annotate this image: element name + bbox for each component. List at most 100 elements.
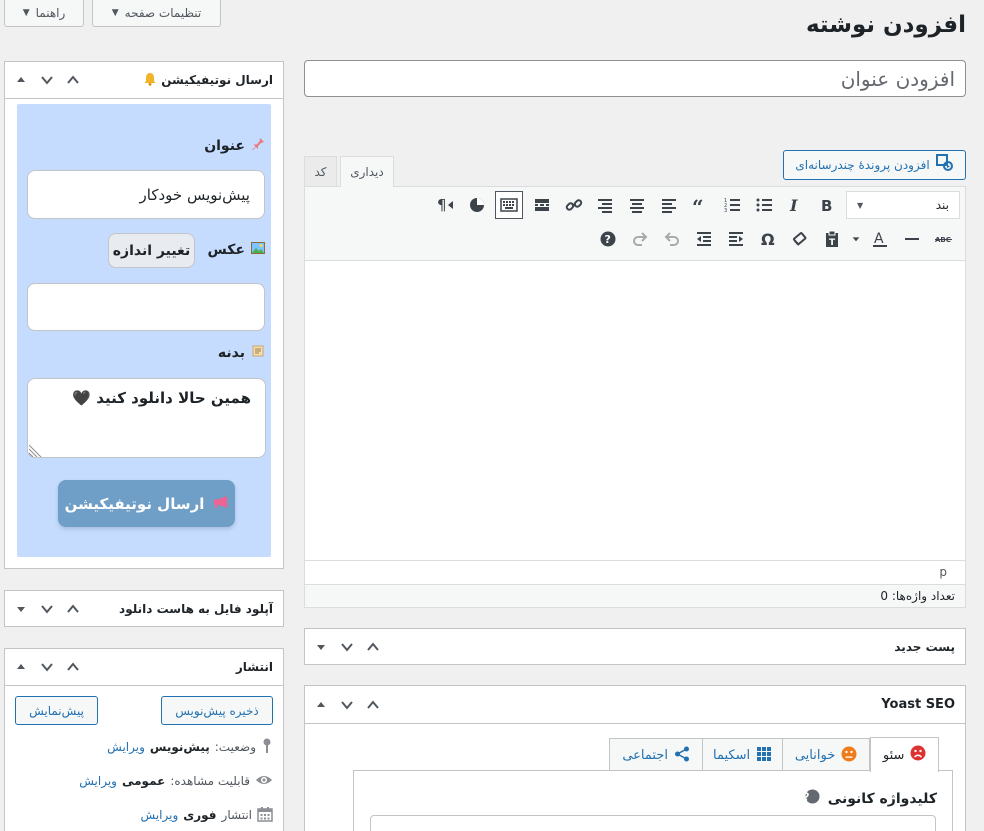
status-label: وضعیت: bbox=[214, 740, 256, 754]
yoast-tabs: سئو خوانایی اسکیما اجتماعی bbox=[608, 737, 939, 772]
megaphone-icon bbox=[212, 495, 228, 513]
tab-seo[interactable]: سئو bbox=[870, 737, 939, 772]
help-button[interactable]: ▼ راهنما bbox=[4, 0, 84, 27]
focus-keyword-row: کلیدواژه کانونی ? bbox=[540, 789, 937, 808]
media-icon bbox=[935, 154, 954, 176]
save-draft-button[interactable]: ذخیره پیش‌نویس bbox=[161, 696, 273, 725]
box-controls bbox=[313, 639, 381, 655]
new-post-box-title[interactable]: پست جدید bbox=[894, 640, 955, 654]
caret-down-icon: ▼ bbox=[111, 8, 119, 18]
notification-title-input[interactable]: پیش‌نویس خودکار bbox=[27, 170, 265, 219]
svg-text:I: I bbox=[789, 196, 798, 214]
word-count: تعداد واژه‌ها: 0 bbox=[880, 589, 955, 603]
tab-readability[interactable]: خوانایی bbox=[782, 738, 871, 772]
move-up-icon[interactable] bbox=[65, 659, 81, 675]
publish-box-title[interactable]: انتشار bbox=[236, 660, 273, 674]
notification-title-label: عنوان bbox=[204, 138, 245, 154]
tab-social[interactable]: اجتماعی bbox=[608, 738, 704, 772]
visibility-edit-link[interactable]: ویرایش bbox=[79, 774, 117, 788]
box-controls bbox=[13, 72, 81, 88]
undo-icon[interactable] bbox=[656, 223, 688, 255]
status-edit-link[interactable]: ویرایش bbox=[107, 740, 145, 754]
preview-button[interactable]: پیش‌نمایش bbox=[15, 696, 98, 725]
text-color-icon[interactable]: A bbox=[864, 223, 896, 255]
move-up-icon[interactable] bbox=[65, 72, 81, 88]
paste-text-icon[interactable]: T bbox=[816, 223, 848, 255]
focus-keyword-input[interactable] bbox=[370, 815, 936, 831]
special-character-icon[interactable]: Ω bbox=[752, 223, 784, 255]
keyboard-icon[interactable] bbox=[495, 191, 524, 219]
align-center-icon[interactable] bbox=[621, 189, 653, 221]
move-up-icon[interactable] bbox=[65, 601, 81, 617]
move-down-icon[interactable] bbox=[39, 601, 55, 617]
add-media-button[interactable]: افزودن پروندهٔ چندرسانه‌ای bbox=[783, 150, 966, 180]
redo-icon[interactable] bbox=[624, 223, 656, 255]
align-right-icon[interactable] bbox=[590, 189, 622, 221]
move-up-icon[interactable] bbox=[365, 639, 381, 655]
outdent-icon[interactable] bbox=[688, 223, 720, 255]
svg-text:Ω: Ω bbox=[761, 230, 775, 248]
notification-box-header[interactable]: ارسال نوتیفیکیشن bbox=[143, 72, 273, 89]
neutral-face-icon bbox=[841, 746, 857, 766]
horizontal-line-icon[interactable] bbox=[896, 223, 928, 255]
post-title-input[interactable]: افزودن عنوان bbox=[304, 60, 966, 97]
chart-pie-icon[interactable] bbox=[461, 189, 493, 221]
caret-down-icon: ▼ bbox=[22, 8, 30, 18]
move-down-icon[interactable] bbox=[339, 639, 355, 655]
strikethrough-icon[interactable]: ABC bbox=[928, 223, 960, 255]
save-draft-label: ذخیره پیش‌نویس bbox=[175, 703, 259, 718]
tab-code-label: کد bbox=[314, 164, 327, 179]
resize-image-button[interactable]: تغییر اندازه bbox=[108, 233, 195, 268]
focus-keyword-label: کلیدواژه کانونی bbox=[827, 790, 937, 807]
visibility-row: قابلیت مشاهده: عمومی ویرایش bbox=[20, 771, 273, 791]
box-controls bbox=[313, 697, 381, 713]
blockquote-icon[interactable]: “ bbox=[685, 189, 717, 221]
move-down-icon[interactable] bbox=[39, 659, 55, 675]
visibility-label: قابلیت مشاهده: bbox=[170, 774, 250, 788]
tab-visual[interactable]: دیداری bbox=[340, 156, 394, 187]
upload-box-title[interactable]: آپلود فایل به هاست دانلود bbox=[119, 602, 273, 616]
format-select[interactable]: بند ▼ bbox=[846, 191, 960, 219]
resize-handle-icon[interactable] bbox=[28, 442, 43, 458]
toggle-panel-icon[interactable] bbox=[13, 659, 29, 675]
notification-title-label-row: عنوان bbox=[150, 137, 265, 155]
bold-icon[interactable]: B bbox=[811, 189, 843, 221]
notification-body-textarea[interactable]: همین حالا دانلود کنید 🖤 bbox=[27, 378, 266, 458]
send-notification-button[interactable]: ارسال نوتیفیکیشن bbox=[58, 480, 235, 527]
eye-icon bbox=[255, 773, 273, 790]
toggle-panel-icon[interactable] bbox=[313, 697, 329, 713]
status-value: پیش‌نویس bbox=[149, 740, 210, 754]
link-icon[interactable] bbox=[558, 189, 590, 221]
yoast-box-title[interactable]: Yoast SEO bbox=[881, 697, 955, 712]
svg-text:?: ? bbox=[805, 792, 810, 804]
move-down-icon[interactable] bbox=[39, 72, 55, 88]
help-icon[interactable]: ? bbox=[592, 223, 624, 255]
tab-code[interactable]: کد bbox=[304, 156, 337, 186]
upload-box: آپلود فایل به هاست دانلود bbox=[4, 590, 284, 627]
align-left-icon[interactable] bbox=[653, 189, 685, 221]
notification-box-title: ارسال نوتیفیکیشن bbox=[161, 73, 273, 87]
toggle-panel-icon[interactable] bbox=[13, 601, 29, 617]
text-color-caret-icon[interactable] bbox=[848, 223, 864, 255]
tab-readability-label: خوانایی bbox=[794, 748, 836, 763]
toolbar-toggle-icon[interactable]: ¶ bbox=[429, 189, 461, 221]
move-up-icon[interactable] bbox=[365, 697, 381, 713]
pin-icon bbox=[261, 738, 273, 757]
italic-icon[interactable]: I bbox=[780, 189, 812, 221]
screen-options-button[interactable]: ▼ تنظیمات صفحه bbox=[92, 0, 221, 27]
visibility-value: عمومی bbox=[121, 774, 166, 788]
toolbar-row-1: ¶ “ 123 I B bbox=[429, 189, 843, 221]
toggle-panel-icon[interactable] bbox=[313, 639, 329, 655]
publish-edit-link[interactable]: ویرایش bbox=[141, 808, 179, 822]
indent-icon[interactable] bbox=[720, 223, 752, 255]
numbered-list-icon[interactable]: 123 bbox=[716, 189, 748, 221]
help-icon[interactable]: ? bbox=[803, 789, 820, 808]
tab-visual-label: دیداری bbox=[350, 165, 384, 179]
read-more-icon[interactable] bbox=[526, 189, 558, 221]
clear-formatting-icon[interactable] bbox=[784, 223, 816, 255]
notification-image-input[interactable] bbox=[27, 283, 265, 331]
move-down-icon[interactable] bbox=[339, 697, 355, 713]
bullet-list-icon[interactable] bbox=[748, 189, 780, 221]
tab-schema[interactable]: اسکیما bbox=[703, 738, 783, 772]
toggle-panel-icon[interactable] bbox=[13, 72, 29, 88]
